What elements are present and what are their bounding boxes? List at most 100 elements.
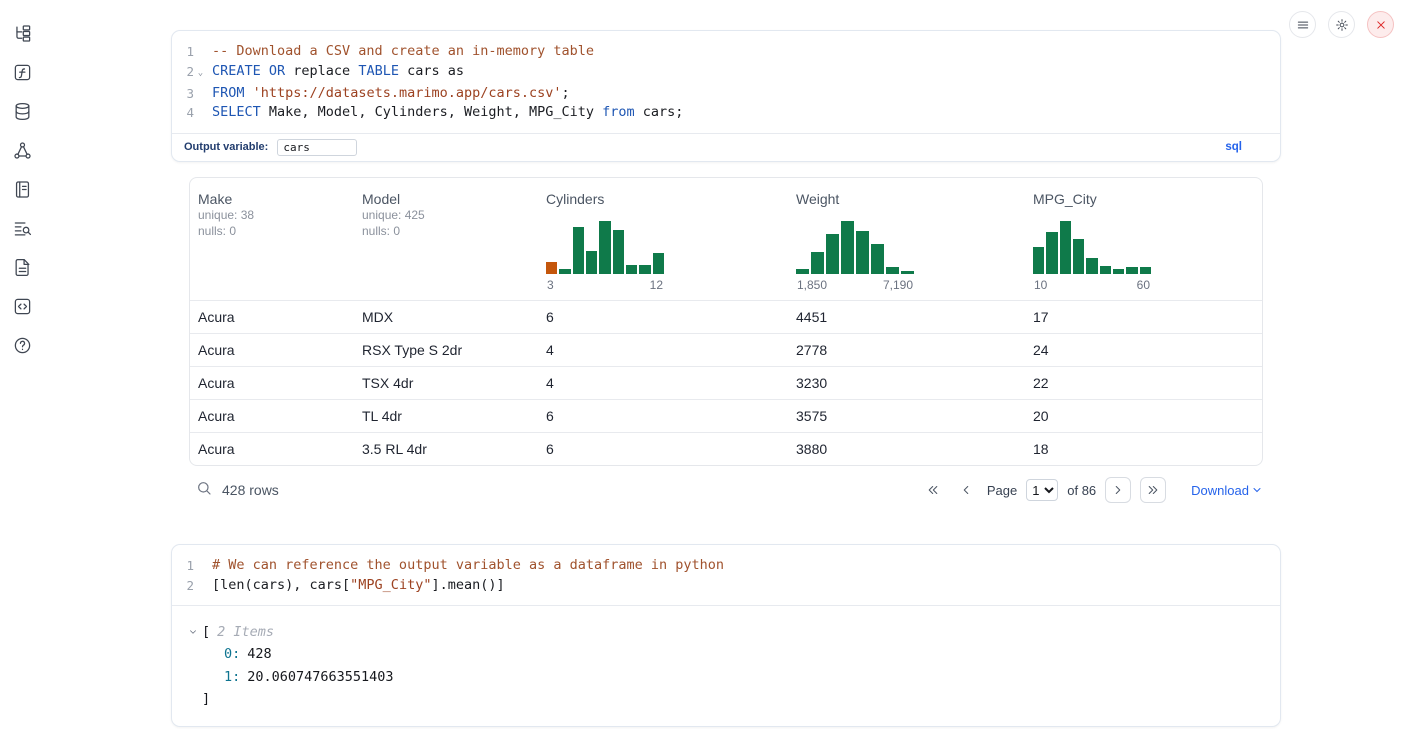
next-page-button[interactable] [1105,477,1131,503]
histogram-bar [1086,258,1097,274]
prev-page-button[interactable] [954,478,978,502]
table-cell: MDX [354,300,538,333]
settings-button[interactable] [1328,11,1355,38]
table-cell: 6 [538,300,788,333]
histogram-bar [796,269,809,273]
table-row[interactable]: AcuraRSX Type S 2dr4277824 [190,333,1262,366]
column-header-model[interactable]: Modelunique: 425nulls: 0 [354,178,538,301]
histogram-min: 1,850 [797,278,827,292]
histogram-max: 60 [1137,278,1150,292]
histogram-bar [841,221,854,274]
bracket-open: [ [202,621,210,643]
histogram-bar [626,265,637,274]
table-row[interactable]: AcuraMDX6445117 [190,300,1262,333]
table-cell: 20 [1025,399,1262,432]
table-row[interactable]: AcuraTL 4dr6357520 [190,399,1262,432]
sql-editor[interactable]: 1-- Download a CSV and create an in-memo… [172,31,1280,133]
function-icon [13,63,32,82]
column-header-cylinders[interactable]: Cylinders312 [538,178,788,301]
snippets-icon [13,297,32,316]
histogram-max: 7,190 [883,278,913,292]
fold-icon[interactable]: ⌄ [194,62,207,84]
fold-gutter [194,42,207,62]
first-page-button[interactable] [921,478,945,502]
column-summary: nulls: 0 [362,223,530,239]
table-header-row: Makeunique: 38nulls: 0Modelunique: 425nu… [190,178,1262,301]
table-cell: Acura [190,432,354,465]
sidebar-item-help[interactable] [8,332,36,358]
page-select[interactable]: 1 [1026,479,1058,501]
notebook-area: 1-- Download a CSV and create an in-memo… [44,0,1408,729]
code-text: # We can reference the output variable a… [207,556,724,576]
column-name: Weight [796,191,1017,207]
table-cell: 2778 [788,333,1025,366]
fold-gutter [194,576,207,596]
table-cell: Acura [190,300,354,333]
python-cell: 1# We can reference the output variable … [171,544,1281,727]
python-output: [ 2 Items 0:4281:20.060747663551403 ] [172,605,1280,726]
column-name: Model [362,191,530,207]
sidebar-item-dependencies[interactable] [8,137,36,163]
line-number: 4 [172,103,194,123]
histogram-bar [871,244,884,273]
line-number: 3 [172,84,194,104]
sidebar-item-datasources[interactable] [8,98,36,124]
close-icon [1374,18,1388,32]
column-name: MPG_City [1033,191,1254,207]
table-cell: 18 [1025,432,1262,465]
sidebar-item-files[interactable] [8,20,36,46]
histogram-bar [1140,267,1151,273]
sql-cell: 1-- Download a CSV and create an in-memo… [171,30,1281,162]
column-header-mpg_city[interactable]: MPG_City 10 60 [1025,178,1262,301]
table-row[interactable]: AcuraTSX 4dr4323022 [190,366,1262,399]
table-row[interactable]: Acura3.5 RL 4dr6388018 [190,432,1262,465]
logs-icon [13,219,32,238]
sidebar-item-documentation[interactable] [8,254,36,280]
collapse-icon[interactable] [188,627,202,637]
notebook-icon [13,180,32,199]
download-label: Download [1191,483,1249,498]
histogram-bars [546,220,664,274]
table-cell: TSX 4dr [354,366,538,399]
items-count: 2 Items [217,621,274,643]
column-histogram: 1,850 7,190 [796,220,914,292]
table-cell: 6 [538,432,788,465]
last-page-button[interactable] [1140,477,1166,503]
sidebar-item-logs[interactable] [8,215,36,241]
sidebar-item-variables[interactable] [8,59,36,85]
column-histogram: 312 [546,220,664,292]
column-header-weight[interactable]: Weight 1,850 7,190 [788,178,1025,301]
sidebar-item-snippets[interactable] [8,293,36,319]
code-line: 3FROM 'https://datasets.marimo.app/cars.… [172,84,1280,104]
code-text: CREATE OR replace TABLE cars as [207,62,464,84]
code-line: 4SELECT Make, Model, Cylinders, Weight, … [172,103,1280,123]
fold-gutter [194,556,207,576]
histogram-min: 10 [1034,278,1047,292]
table-cell: 3.5 RL 4dr [354,432,538,465]
data-table: Makeunique: 38nulls: 0Modelunique: 425nu… [190,178,1262,466]
menu-button[interactable] [1289,11,1316,38]
output-list-entries: 0:4281:20.060747663551403 [188,643,1264,688]
sidebar-item-scratchpad[interactable] [8,176,36,202]
table-footer-left: 428 rows [189,480,279,501]
column-summary: unique: 425 [362,207,530,223]
search-icon[interactable] [196,480,212,501]
database-icon [13,102,32,121]
output-list-item: 1:20.060747663551403 [188,666,1264,689]
column-header-make[interactable]: Makeunique: 38nulls: 0 [190,178,354,301]
output-list-header: [ 2 Items [188,621,1264,643]
close-button[interactable] [1367,11,1394,38]
table-cell: 4451 [788,300,1025,333]
topbar-actions [1289,11,1394,38]
sidebar [0,0,44,729]
chevron-down-icon [1251,484,1263,496]
python-editor[interactable]: 1# We can reference the output variable … [172,545,1280,605]
table-cell: 3880 [788,432,1025,465]
histogram-bars [796,220,914,274]
table-footer: 428 rows Page 1 of 86 Download [189,466,1263,516]
download-button[interactable]: Download [1191,483,1263,498]
page-total-label: of 86 [1067,483,1096,498]
output-variable-input[interactable] [277,139,357,156]
histogram-bar [639,265,650,274]
histogram-bar [1100,266,1111,274]
